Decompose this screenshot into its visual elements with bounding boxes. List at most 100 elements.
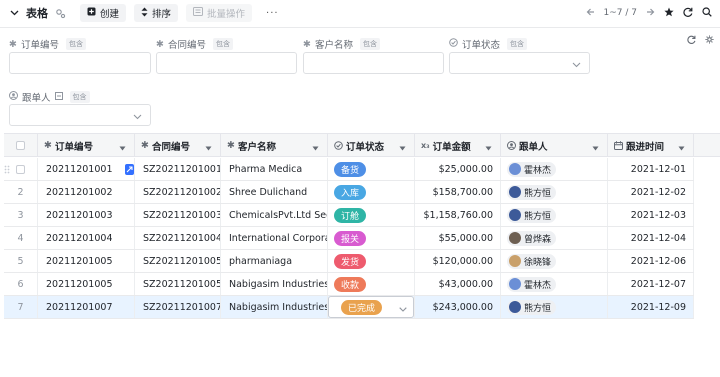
drag-handle-icon[interactable] [4,165,10,177]
search-icon[interactable] [702,6,712,20]
refresh-icon[interactable] [683,7,693,20]
cell-time[interactable]: 2021-12-09 [608,296,694,318]
chevron-down-icon[interactable] [399,304,407,315]
table-row[interactable]: 5 20211201005 SZ20211201005 pharmaniaga 发货 $1… [4,250,694,273]
cell-order[interactable]: 20211201005 [38,273,135,295]
cell-no[interactable]: 2 [4,181,38,203]
cell-no[interactable]: 7 [4,296,38,318]
cell-no[interactable]: 3 [4,204,38,226]
cell-customer[interactable]: pharmaniaga [221,250,328,272]
cell-time[interactable]: 2021-12-07 [608,273,694,295]
cell-order[interactable]: 20211201003 [38,204,135,226]
chevron-down-icon[interactable] [678,143,685,154]
batch-operation-button[interactable]: 批量操作 [186,4,253,22]
owner-filter-select[interactable] [9,104,151,126]
cell-customer[interactable]: Nabigasim Industries Limited [221,273,328,295]
more-icon[interactable]: ··· [266,8,279,19]
cell-contract[interactable]: SZ20211201001 [135,158,221,180]
cell-amount[interactable]: $243,000.00 [415,296,501,318]
cell-amount[interactable]: $43,000.00 [415,273,501,295]
cell-contract[interactable]: SZ20211201003 [135,204,221,226]
table-row[interactable]: 4 20211201004 SZ20211201004 International C… [4,227,694,250]
cell-contract[interactable]: SZ20211201007 [135,296,221,318]
cell-contract[interactable]: SZ20211201005 [135,250,221,272]
column-header-owner[interactable]: 跟单人 [501,134,608,157]
column-header-amount[interactable]: x₃ 订单金额 [415,134,501,157]
cell-contract[interactable]: SZ20211201004 [135,227,221,249]
cell-amount[interactable]: $55,000.00 [415,227,501,249]
column-header-time[interactable]: 跟进时间 [608,134,694,157]
chevron-down-icon[interactable] [312,143,319,154]
column-header-customer[interactable]: ✱ 客户名称 [221,134,328,157]
cell-status[interactable]: 入库 [328,181,415,203]
cell-order[interactable]: 20211201004 [38,227,135,249]
cell-owner[interactable]: 熊方恒 [501,204,608,226]
table-row[interactable]: 3 20211201003 SZ20211201003 ChemicalsPvt.Lt… [4,204,694,227]
cell-no[interactable] [4,158,38,180]
cell-owner[interactable]: 霍林杰 [501,158,608,180]
cell-contract[interactable]: SZ20211201002 [135,181,221,203]
cell-order[interactable]: 20211201001 [38,158,135,180]
table-row[interactable]: 2 20211201002 SZ20211201002 Shree Dulichand… [4,181,694,204]
arrow-left-icon[interactable] [586,8,595,19]
cell-order[interactable]: 20211201005 [38,250,135,272]
settings-icon[interactable] [54,7,66,19]
chevron-down-icon[interactable] [9,8,19,18]
cell-customer[interactable]: Pharma Medica [221,158,328,180]
cell-customer[interactable]: ChemicalsPvt.Ltd Seoul [221,204,328,226]
star-icon[interactable] [664,7,674,20]
cell-amount[interactable]: $158,700.00 [415,181,501,203]
arrow-right-icon[interactable] [646,8,655,19]
cell-owner[interactable]: 霍林杰 [501,273,608,295]
cell-contract[interactable]: SZ20211201005 [135,273,221,295]
cell-owner[interactable]: 徐晓锋 [501,250,608,272]
select-all-checkbox[interactable] [16,141,25,150]
table-row[interactable]: 7 20211201007 SZ20211201007 Nabigasim Indus… [4,296,694,319]
column-header-order-no[interactable]: ✱ 订单编号 [38,134,135,157]
status-select[interactable]: 已完成 [328,296,414,318]
cell-status[interactable]: 订舱 [328,204,415,226]
customer-filter-input[interactable] [303,52,444,74]
cell-no[interactable]: 4 [4,227,38,249]
chevron-down-icon[interactable] [592,143,599,154]
cell-status[interactable]: 报关 [328,227,415,249]
column-header-status[interactable]: 订单状态 [328,134,415,157]
cell-status[interactable]: 发货 [328,250,415,272]
cell-time[interactable]: 2021-12-03 [608,204,694,226]
cell-owner[interactable]: 曾烨森 [501,227,608,249]
cell-customer[interactable]: Nabigasim Industries Limited [221,296,328,318]
cell-no[interactable]: 5 [4,250,38,272]
chevron-down-icon[interactable] [119,143,126,154]
cell-time[interactable]: 2021-12-06 [608,250,694,272]
cell-amount[interactable]: $120,000.00 [415,250,501,272]
row-checkbox[interactable] [16,164,25,174]
cell-amount[interactable]: $1,158,760.00 [415,204,501,226]
cell-time[interactable]: 2021-12-01 [608,158,694,180]
table-row[interactable]: 20211201001 SZ20211201001 Pharma Medica 备货 $… [4,158,694,181]
refresh-icon[interactable] [687,35,696,47]
cell-no[interactable]: 6 [4,273,38,295]
contract-no-filter-input[interactable] [156,52,297,74]
sort-button[interactable]: 排序 [134,4,179,22]
order-no-filter-input[interactable] [9,52,151,74]
cell-time[interactable]: 2021-12-04 [608,227,694,249]
cell-status[interactable]: 备货 [328,158,415,180]
chevron-down-icon[interactable] [205,143,212,154]
status-filter-select[interactable] [449,52,590,74]
chevron-down-icon[interactable] [485,143,492,154]
cell-order[interactable]: 20211201002 [38,181,135,203]
cell-owner[interactable]: 熊方恒 [501,296,608,318]
create-button[interactable]: 创建 [80,4,127,22]
table-row[interactable]: 6 20211201005 SZ20211201005 Nabigasim Indus… [4,273,694,296]
cell-owner[interactable]: 熊方恒 [501,181,608,203]
cell-customer[interactable]: International Corporation [221,227,328,249]
expand-record-icon[interactable] [124,163,134,175]
gear-icon[interactable] [705,35,714,47]
cell-status[interactable]: 收款 [328,273,415,295]
chevron-down-icon[interactable] [399,143,406,154]
cell-order[interactable]: 20211201007 [38,296,135,318]
cell-time[interactable]: 2021-12-02 [608,181,694,203]
cell-customer[interactable]: Shree Dulichand [221,181,328,203]
column-header-contract-no[interactable]: ✱ 合同编号 [135,134,221,157]
cell-amount[interactable]: $25,000.00 [415,158,501,180]
